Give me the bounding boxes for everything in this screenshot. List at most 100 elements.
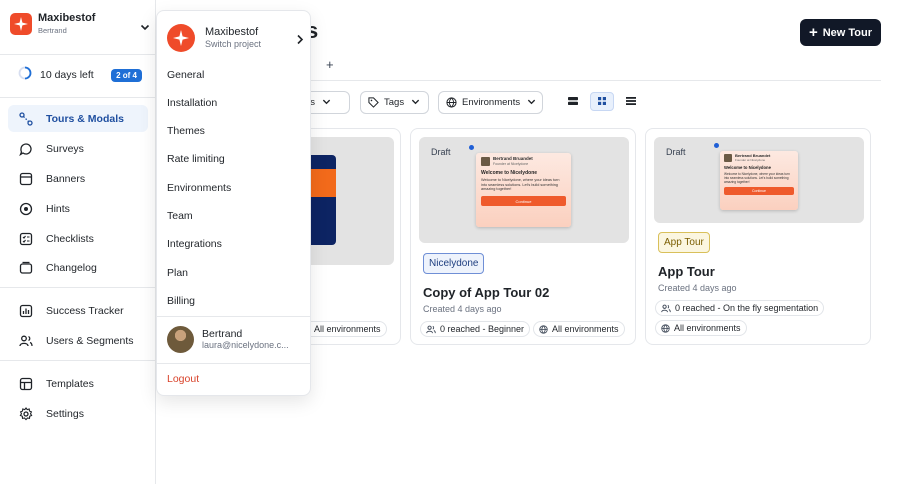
tours-icon [18, 111, 33, 126]
sidebar-item-users-segments[interactable]: Users & Segments [8, 327, 148, 354]
tag-badge[interactable]: App Tour [658, 232, 710, 253]
environment-chip-label: All environments [552, 324, 619, 334]
preview-title: Welcome to Nicelydone [481, 170, 538, 176]
environments-filter-label: Environments [462, 97, 521, 108]
users-icon [426, 325, 436, 334]
chevron-down-icon[interactable] [140, 19, 150, 37]
project-dropdown-menu: Maxibestof Switch project General Instal… [156, 10, 311, 396]
tour-card[interactable]: Draft Bertrand Bruandet Founder at Nicel… [410, 128, 636, 345]
menu-item-billing[interactable]: Billing [167, 295, 195, 307]
logout-button[interactable]: Logout [167, 373, 199, 385]
preview-role: Founder at Nicelydone [735, 158, 766, 163]
tour-card[interactable]: Draft Bertrand Bruandet Founder at Nicel… [645, 128, 871, 345]
preview-cta: Continue [724, 187, 794, 196]
menu-item-rate-limiting[interactable]: Rate limiting [167, 153, 225, 165]
preview-modal: Bertrand Bruandet Founder at Nicelydone … [720, 151, 798, 210]
sidebar: Maxibestof Bertrand 10 days left 2 of 4 … [0, 0, 156, 484]
new-tour-label: New Tour [822, 26, 873, 39]
add-tab-button[interactable]: + [326, 57, 334, 72]
tour-title[interactable]: App Tour [658, 264, 715, 279]
sidebar-item-changelog[interactable]: Changelog [8, 254, 148, 281]
project-logo-icon [167, 24, 195, 52]
chevron-down-icon [527, 97, 536, 109]
avatar [167, 326, 194, 353]
workspace-name: Maxibestof [38, 12, 96, 25]
chevron-down-icon [322, 97, 331, 109]
compact-view-button[interactable] [561, 92, 585, 111]
sidebar-item-tours-modals[interactable]: Tours & Modals [8, 105, 148, 132]
environment-chip-label: All environments [314, 324, 381, 334]
menu-item-themes[interactable]: Themes [167, 125, 205, 137]
menu-item-integrations[interactable]: Integrations [167, 238, 222, 250]
switch-project-item[interactable]: Maxibestof Switch project [167, 24, 305, 52]
preview-avatar [724, 154, 732, 163]
menu-item-team[interactable]: Team [167, 210, 193, 222]
preview-cta: Continue [481, 196, 566, 207]
tour-preview: Draft Bertrand Bruandet Founder at Nicel… [654, 137, 864, 223]
tags-filter[interactable]: Tags [360, 91, 429, 114]
sidebar-item-templates[interactable]: Templates [8, 370, 148, 397]
draft-label: Draft [666, 147, 686, 157]
sidebar-item-banners[interactable]: Banners [8, 165, 148, 192]
menu-item-general[interactable]: General [167, 69, 204, 81]
trial-status[interactable]: 10 days left 2 of 4 [18, 66, 142, 84]
tour-title[interactable]: Copy of App Tour 02 [423, 285, 549, 300]
project-name: Maxibestof [205, 26, 259, 38]
tag-badge[interactable]: Nicelydone [423, 253, 485, 274]
environments-filter[interactable]: Environments [438, 91, 543, 114]
environment-chip-label: All environments [674, 323, 741, 333]
sidebar-item-label: Banners [46, 172, 86, 185]
workspace-owner: Bertrand [38, 26, 67, 36]
preview-role: Founder at Nicelydone [493, 161, 529, 166]
menu-item-installation[interactable]: Installation [167, 97, 217, 109]
templates-icon [18, 376, 33, 391]
preview-avatar [481, 157, 490, 166]
tour-preview: Draft Bertrand Bruandet Founder at Nicel… [419, 137, 629, 243]
globe-icon [446, 97, 457, 108]
sidebar-item-label: Templates [46, 377, 94, 390]
banners-icon [18, 171, 33, 186]
sidebar-item-label: Settings [46, 407, 84, 420]
tour-created: Created 4 days ago [658, 283, 737, 293]
sidebar-item-success-tracker[interactable]: Success Tracker [8, 297, 148, 324]
sidebar-item-hints[interactable]: Hints [8, 195, 148, 222]
users-segments-icon [18, 333, 33, 348]
draft-label: Draft [431, 147, 451, 157]
tag-icon [368, 97, 379, 108]
tour-created: Created 4 days ago [423, 304, 502, 314]
unpublished-dot [469, 145, 474, 150]
plus-icon: + [808, 24, 818, 41]
sidebar-item-label: Users & Segments [46, 334, 134, 347]
compact-list-icon [567, 93, 579, 111]
list-view-button[interactable] [619, 92, 643, 111]
divider [0, 54, 156, 55]
switch-project-label: Switch project [205, 39, 262, 49]
sidebar-item-checklists[interactable]: Checklists [8, 225, 148, 252]
menu-item-environments[interactable]: Environments [167, 182, 231, 194]
grid-view-button[interactable] [590, 92, 614, 111]
menu-item-plan[interactable]: Plan [167, 267, 188, 279]
trial-days-left: 10 days left [40, 69, 94, 81]
workspace-switcher[interactable]: Maxibestof Bertrand [10, 13, 150, 35]
sidebar-item-label: Success Tracker [46, 304, 124, 317]
success-tracker-icon [18, 303, 33, 318]
user-email: laura@nicelydone.c... [202, 340, 289, 351]
changelog-icon [18, 260, 33, 275]
sidebar-item-settings[interactable]: Settings [8, 400, 148, 427]
divider [157, 316, 310, 317]
unpublished-dot [714, 143, 719, 148]
sidebar-item-label: Hints [46, 202, 70, 215]
divider [0, 360, 156, 361]
new-tour-button[interactable]: + New Tour [800, 19, 881, 46]
divider [0, 97, 156, 98]
environment-chip: All environments [533, 321, 625, 337]
brand-logo-icon [10, 13, 32, 35]
tags-filter-label: Tags [384, 97, 405, 108]
user-profile[interactable]: Bertrand laura@nicelydone.c... [167, 326, 289, 353]
preview-modal: Bertrand Bruandet Founder at Nicelydone … [476, 153, 571, 227]
progress-ring-icon [18, 66, 32, 85]
sidebar-item-surveys[interactable]: Surveys [8, 135, 148, 162]
reach-chip: 0 reached - Beginner [420, 321, 531, 337]
surveys-icon [18, 141, 33, 156]
grid-icon [597, 93, 607, 111]
